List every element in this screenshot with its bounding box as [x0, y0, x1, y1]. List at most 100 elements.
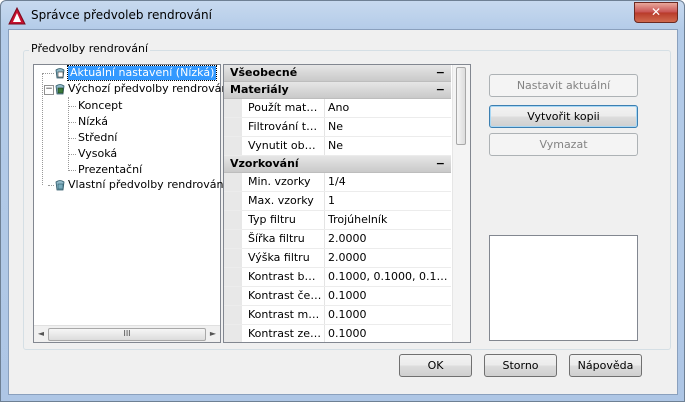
preview-box — [489, 235, 638, 341]
property-row[interactable]: Kontrast mod... 0.1000 — [224, 306, 451, 325]
category-label: Všeobecné — [230, 66, 298, 79]
property-row[interactable]: Kontrast barvy 0.1000, 0.1000, 0.1000... — [224, 268, 451, 287]
tree-item-draft[interactable]: Koncept — [78, 99, 122, 112]
category-materials[interactable]: Materiály − — [224, 82, 451, 99]
column-divider — [324, 211, 325, 229]
tree-item-medium[interactable]: Střední — [78, 131, 117, 144]
app-logo-icon — [8, 7, 26, 25]
category-sampling[interactable]: Vzorkování − — [224, 156, 451, 173]
close-button[interactable]: ✕ — [634, 2, 678, 23]
property-value[interactable]: Ano — [328, 101, 450, 114]
set-current-button[interactable]: Nastavit aktuální — [489, 74, 638, 97]
column-divider — [324, 99, 325, 117]
collapse-icon[interactable]: − — [436, 82, 445, 98]
tree-item-label: Prezentační — [78, 163, 143, 176]
tree-connector — [68, 154, 76, 155]
property-name: Max. vzorky — [248, 194, 314, 207]
tree-item-label: Aktuální nastavení (Nízká) — [66, 65, 218, 81]
property-value[interactable]: 2.0000 — [328, 232, 450, 245]
tree-item-label: Koncept — [78, 99, 123, 112]
property-name: Typ filtru — [248, 213, 296, 226]
scroll-left-icon[interactable]: ◄ — [36, 329, 46, 339]
ok-button[interactable]: OK — [399, 354, 472, 377]
title-bar[interactable]: Správce předvoleb rendrování ✕ — [1, 1, 684, 29]
delete-button[interactable]: Vymazat — [489, 133, 638, 156]
row-gutter — [224, 306, 242, 324]
property-value[interactable]: 0.1000, 0.1000, 0.1000... — [328, 270, 450, 283]
tree-item-label: Nízká — [78, 115, 108, 128]
property-value[interactable]: 1 — [328, 194, 450, 207]
tree-connector — [42, 73, 43, 185]
property-value[interactable]: 2.0000 — [328, 251, 450, 264]
row-gutter — [224, 268, 242, 286]
column-divider — [324, 192, 325, 210]
tree-item-label: Střední — [78, 131, 118, 144]
property-row[interactable]: Typ filtru Trojúhelník — [224, 211, 451, 230]
property-name: Kontrast zele... — [248, 327, 322, 340]
minus-icon: − — [45, 84, 53, 94]
property-row[interactable]: Vynutit obous... Ne — [224, 137, 451, 156]
property-row[interactable]: Použít materi... Ano — [224, 99, 451, 118]
help-button[interactable]: Nápověda — [569, 354, 642, 377]
row-gutter — [224, 173, 242, 191]
property-value[interactable]: 0.1000 — [328, 289, 450, 302]
property-row[interactable]: Kontrast zele... 0.1000 — [224, 325, 451, 342]
tree-connector — [42, 73, 54, 74]
property-value[interactable]: Ne — [328, 139, 450, 152]
collapse-icon[interactable]: − — [436, 156, 445, 172]
properties-vertical-scrollbar[interactable] — [452, 65, 470, 342]
preset-tree[interactable]: − Aktuální nastavení (Nízká) Výchozí pře… — [33, 64, 231, 343]
property-row[interactable]: Výška filtru 2.0000 — [224, 249, 451, 268]
column-divider — [324, 268, 325, 286]
tree-item-low[interactable]: Nízká — [78, 115, 108, 128]
grip-icon: III — [123, 329, 131, 338]
column-divider — [324, 137, 325, 155]
property-name: Kontrast mod... — [248, 308, 322, 321]
tree-connector — [68, 106, 76, 107]
tree-horizontal-scrollbar[interactable]: ◄ III ► — [34, 325, 220, 342]
close-icon: ✕ — [650, 5, 662, 19]
column-divider — [324, 306, 325, 324]
property-value[interactable]: Ne — [328, 120, 450, 133]
collapse-icon[interactable]: − — [436, 65, 445, 81]
property-row[interactable]: Max. vzorky 1 — [224, 192, 451, 211]
properties-panel[interactable]: Všeobecné − Materiály − Použít materi...… — [223, 64, 471, 343]
scroll-thumb[interactable] — [456, 67, 466, 145]
property-value[interactable]: 1/4 — [328, 175, 450, 188]
tree-item-high[interactable]: Vysoká — [78, 147, 117, 160]
category-general[interactable]: Všeobecné − — [224, 65, 451, 82]
cancel-button[interactable]: Storno — [484, 354, 557, 377]
row-gutter — [224, 211, 242, 229]
tree-connector — [68, 138, 76, 139]
tree-item-label: Vysoká — [78, 147, 118, 160]
property-row[interactable]: Kontrast červ... 0.1000 — [224, 287, 451, 306]
render-preset-group-icon — [55, 84, 65, 95]
create-copy-button[interactable]: Vytvořit kopii — [489, 105, 638, 128]
property-name: Filtrování text... — [248, 120, 322, 133]
tree-item-label: Vlastní předvolby rendrování — [68, 178, 227, 191]
group-label: Předvolby rendrování — [29, 42, 151, 55]
property-value[interactable]: 0.1000 — [328, 327, 450, 340]
row-gutter — [224, 325, 242, 342]
property-row[interactable]: Filtrování text... Ne — [224, 118, 451, 137]
column-divider — [324, 230, 325, 248]
tree-item-presentation[interactable]: Prezentační — [78, 163, 142, 176]
property-name: Použít materi... — [248, 101, 322, 114]
property-row[interactable]: Šířka filtru 2.0000 — [224, 230, 451, 249]
window-title: Správce předvoleb rendrování — [31, 8, 212, 22]
tree-connector — [68, 97, 69, 169]
category-label: Vzorkování — [230, 157, 299, 170]
property-value[interactable]: Trojúhelník — [328, 213, 450, 226]
tree-connector — [68, 170, 76, 171]
property-value[interactable]: 0.1000 — [328, 308, 450, 321]
row-gutter — [224, 230, 242, 248]
property-name: Kontrast červ... — [248, 289, 322, 302]
property-row[interactable]: Min. vzorky 1/4 — [224, 173, 451, 192]
render-preset-icon — [55, 68, 65, 79]
scroll-right-icon[interactable]: ► — [208, 329, 218, 339]
tree-expander[interactable]: − — [44, 85, 54, 95]
scroll-thumb[interactable]: III — [48, 328, 206, 341]
row-gutter — [224, 118, 242, 136]
column-divider — [324, 249, 325, 267]
column-divider — [324, 325, 325, 342]
